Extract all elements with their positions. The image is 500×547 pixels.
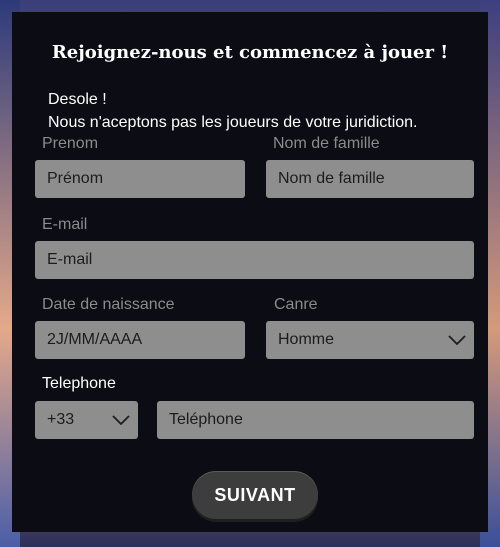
birthdate-field[interactable]: 2J/MM/AAAA xyxy=(35,321,245,359)
chevron-down-icon xyxy=(440,335,474,345)
gender-value: Homme xyxy=(278,331,335,348)
phone-label: Telephone xyxy=(42,375,116,392)
gender-label: Canre xyxy=(274,296,318,313)
notice-line-1: Desole ! xyxy=(48,91,107,108)
notice-line-2: Nous n'aceptons pas les joueurs de votre… xyxy=(48,114,418,131)
page-title: Rejoignez-nous et commencez à jouer ! xyxy=(51,42,449,63)
first-name-value: Prénom xyxy=(47,170,104,187)
chevron-down-icon xyxy=(104,415,138,425)
phone-value: Teléphone xyxy=(169,411,243,428)
signup-panel: Rejoignez-nous et commencez à jouer ! De… xyxy=(12,12,488,532)
last-name-field[interactable]: Nom de famille xyxy=(266,160,474,198)
email-label: E-mail xyxy=(42,216,88,233)
birthdate-value: 2J/MM/AAAA xyxy=(47,331,143,348)
last-name-label: Nom de famille xyxy=(273,135,380,152)
birthdate-label: Date de naissance xyxy=(42,296,175,313)
first-name-label: Prenom xyxy=(42,135,99,152)
phone-field[interactable]: Teléphone xyxy=(157,401,474,439)
email-field[interactable]: E-mail xyxy=(35,241,474,279)
email-value: E-mail xyxy=(47,251,93,268)
gender-select[interactable]: Homme xyxy=(266,321,474,359)
country-code-select[interactable]: +33 xyxy=(35,401,138,439)
country-code-value: +33 xyxy=(47,411,75,428)
next-button[interactable]: SUIVANT xyxy=(192,471,318,519)
first-name-field[interactable]: Prénom xyxy=(35,160,245,198)
last-name-value: Nom de famille xyxy=(278,170,385,187)
